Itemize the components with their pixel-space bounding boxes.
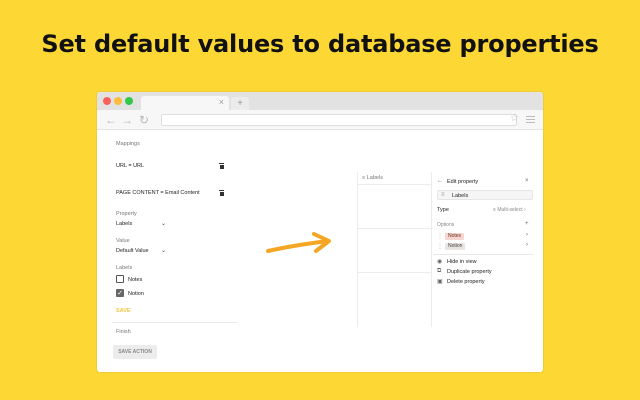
trash-icon: ▣ xyxy=(437,279,443,285)
table-row xyxy=(358,228,432,229)
save-action-button[interactable]: SAVE ACTION xyxy=(113,345,157,359)
back-icon[interactable]: ← xyxy=(105,112,117,128)
duplicate-property-item[interactable]: Duplicate property xyxy=(447,269,492,275)
chevron-right-icon[interactable]: › xyxy=(526,242,528,248)
mapping-url: URL = URL xyxy=(116,163,145,169)
hide-in-view-item[interactable]: Hide in view xyxy=(447,259,477,265)
options-label: Options xyxy=(437,222,455,228)
notion-checkbox[interactable]: ✓ xyxy=(116,289,124,297)
value-label: Value xyxy=(116,238,130,244)
mappings-label: Mappings xyxy=(116,141,140,147)
chevron-down-icon[interactable]: ⌄ xyxy=(161,220,166,227)
close-icon[interactable]: × xyxy=(525,178,529,184)
value-select[interactable]: Default Value xyxy=(116,248,149,254)
database-view: ≡ Labels ← Edit property × ≡ Labels Type… xyxy=(357,172,533,327)
option-tag-notes[interactable]: Notes xyxy=(445,233,465,240)
panel-title: Edit property xyxy=(447,179,479,185)
tab-close-icon[interactable]: × xyxy=(219,97,224,107)
list-icon: ≡ xyxy=(441,192,445,198)
property-select[interactable]: Labels xyxy=(116,221,132,227)
reload-icon[interactable]: ↻ xyxy=(139,112,149,128)
notion-option-label: Notion xyxy=(128,291,144,297)
table-row xyxy=(358,184,432,185)
chevron-right-icon[interactable]: › xyxy=(526,232,528,238)
labels-column: ≡ Labels xyxy=(358,172,432,327)
headline: Set default values to database propertie… xyxy=(41,30,599,58)
option-tag-notion[interactable]: Notion xyxy=(445,243,466,250)
type-select[interactable]: ≡ Multi-select › xyxy=(493,207,526,213)
edit-property-panel: ← Edit property × ≡ Labels Type ≡ Multi-… xyxy=(433,172,533,327)
address-bar[interactable] xyxy=(161,114,517,126)
table-row xyxy=(358,272,432,273)
duplicate-icon: ⧉ xyxy=(437,268,442,274)
property-name-value: Labels xyxy=(452,193,469,199)
eye-icon: ◉ xyxy=(437,259,443,265)
trash-icon[interactable] xyxy=(219,190,224,196)
mapping-page-content: PAGE CONTENT = Email Content xyxy=(116,190,200,196)
labels-label: Labels xyxy=(116,265,133,271)
close-window-button[interactable] xyxy=(103,97,111,105)
finish-label: Finish xyxy=(116,329,131,335)
column-header[interactable]: ≡ Labels xyxy=(362,175,383,181)
forward-icon[interactable]: → xyxy=(121,112,133,128)
drag-handle-icon[interactable]: ⋮ xyxy=(437,243,443,250)
property-label: Property xyxy=(116,211,137,217)
drag-handle-icon[interactable]: ⋮ xyxy=(437,233,443,240)
maximize-window-button[interactable] xyxy=(125,97,133,105)
add-option-icon[interactable]: + xyxy=(525,221,529,227)
browser-tab[interactable]: × xyxy=(141,96,229,110)
title-bar: × + xyxy=(97,92,543,110)
notes-checkbox[interactable] xyxy=(116,275,124,283)
menu-icon[interactable] xyxy=(526,116,535,125)
bookmark-star-icon[interactable]: ☆ xyxy=(510,113,519,124)
back-arrow-icon[interactable]: ← xyxy=(437,178,443,184)
type-label: Type xyxy=(437,207,449,213)
arrow-right-icon xyxy=(266,232,331,253)
divider xyxy=(112,322,237,323)
new-tab-button[interactable]: + xyxy=(231,97,249,110)
property-name-input[interactable]: ≡ Labels xyxy=(437,190,533,200)
notes-option-label: Notes xyxy=(128,277,143,283)
divider xyxy=(433,254,533,255)
type-value: Multi-select xyxy=(497,207,523,213)
extension-panel: Mappings URL = URL PAGE CONTENT = Email … xyxy=(97,130,247,372)
browser-toolbar: ← → ↻ ☆ xyxy=(97,110,543,130)
minimize-window-button[interactable] xyxy=(114,97,122,105)
column-header-label: Labels xyxy=(366,175,383,181)
chevron-down-icon[interactable]: ⌄ xyxy=(161,247,166,254)
delete-property-item[interactable]: Delete property xyxy=(447,279,485,285)
save-button[interactable]: SAVE xyxy=(116,308,131,314)
trash-icon[interactable] xyxy=(219,163,224,169)
